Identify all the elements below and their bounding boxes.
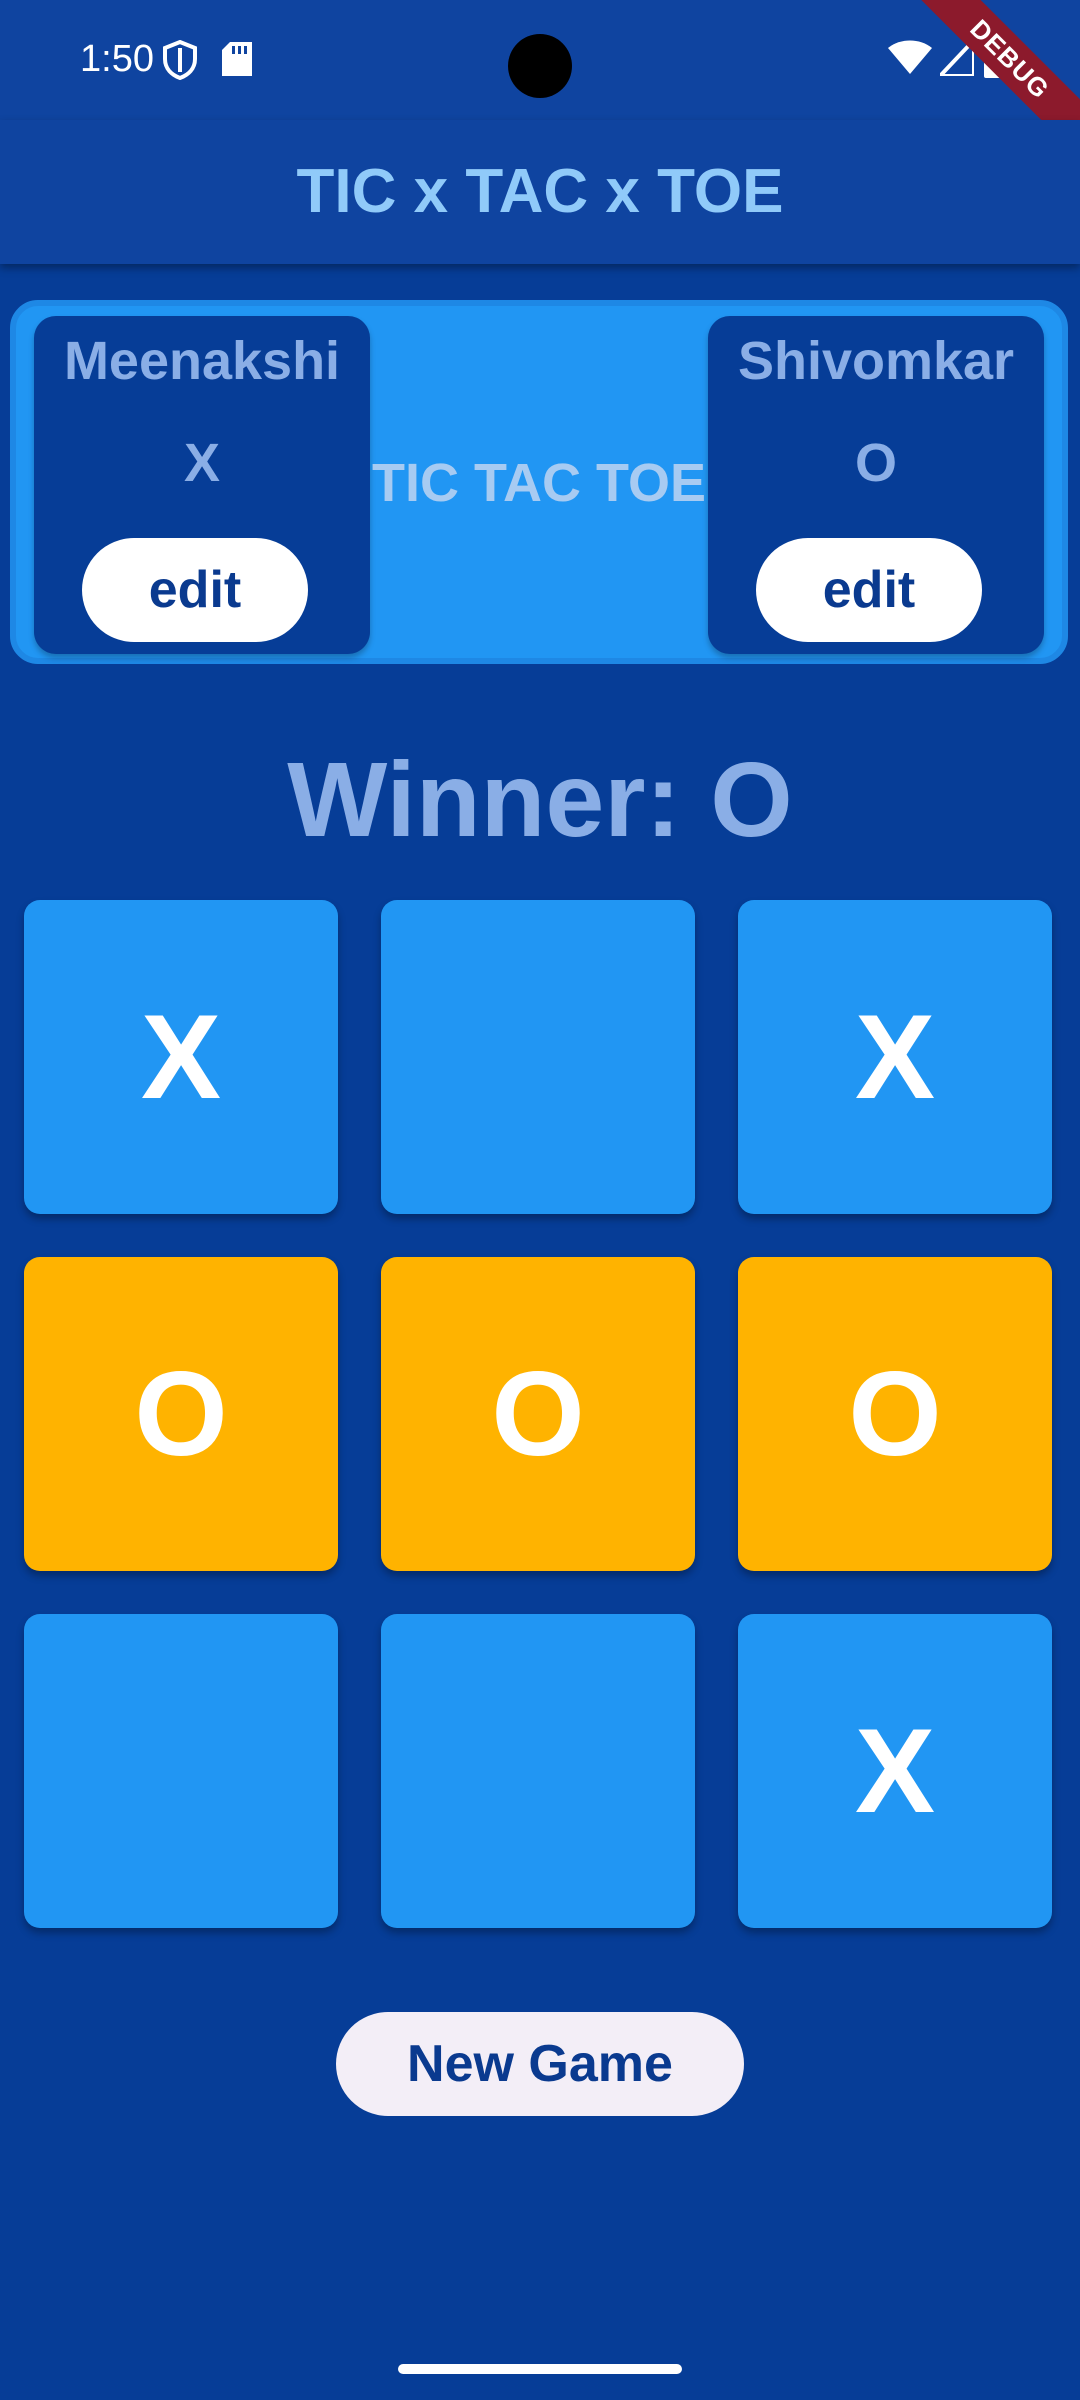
panel-title: TIC TAC TOE [372,453,706,513]
player-name-right: Shivomkar [737,331,1015,391]
app-title: TIC x TAC x TOE [296,157,784,226]
board-cell-8[interactable]: X [738,1614,1052,1928]
shield-icon [163,40,197,80]
board-cell-7[interactable] [381,1614,695,1928]
edit-button-right[interactable]: edit [756,538,982,642]
gesture-bar[interactable] [398,2364,682,2374]
board-cell-6[interactable] [24,1614,338,1928]
board-cell-4[interactable]: O [381,1257,695,1571]
board-cell-3[interactable]: O [24,1257,338,1571]
player-symbol-right: O [854,433,897,493]
winner-label: Winner: O [287,741,793,859]
player-card-left: Meenakshi X edit [34,316,370,654]
board-cell-0[interactable]: X [24,900,338,1214]
player-symbol-left: X [183,433,221,493]
app-screen: 1:50 DEBUG TIC x TAC x TOE Meenakshi X e… [0,0,1080,2400]
player-name-left: Meenakshi [63,331,341,391]
camera-cutout [508,34,572,98]
app-bar: TIC x TAC x TOE [0,120,1080,264]
board-cell-5[interactable]: O [738,1257,1052,1571]
sd-card-icon [222,42,252,76]
wifi-icon [888,40,932,74]
board-cell-2[interactable]: X [738,900,1052,1214]
player-card-right: Shivomkar O edit [708,316,1044,654]
new-game-button[interactable]: New Game [336,2012,744,2116]
status-bar: 1:50 DEBUG [0,0,1080,173]
player-panel: Meenakshi X edit TIC TAC TOE Shivomkar O… [10,300,1068,664]
status-time: 1:50 [80,38,154,80]
board-cell-1[interactable] [381,900,695,1214]
edit-button-left[interactable]: edit [82,538,308,642]
